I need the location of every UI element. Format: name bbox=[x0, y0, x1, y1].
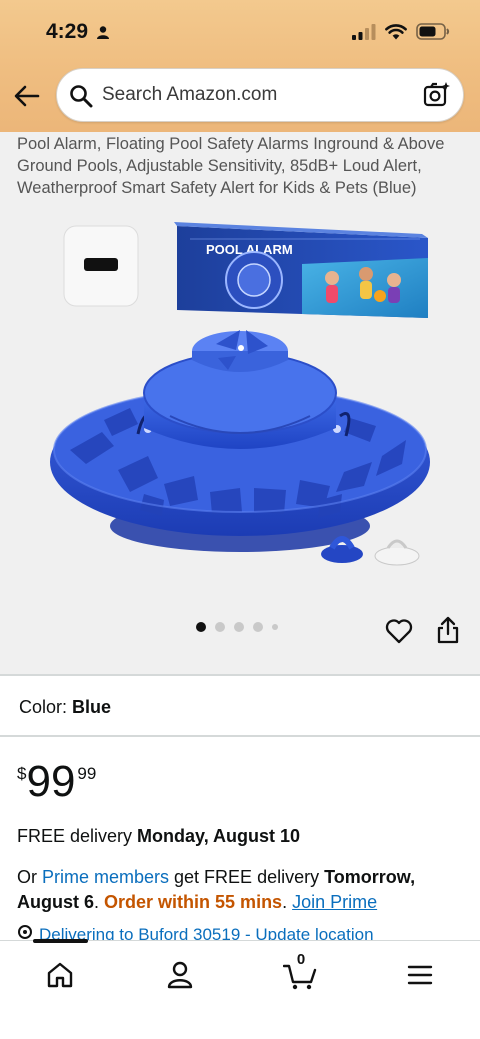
carousel-dot[interactable] bbox=[234, 622, 244, 632]
account-icon bbox=[167, 961, 193, 989]
status-icons bbox=[352, 23, 450, 45]
delivery-date: Monday, August 10 bbox=[137, 826, 301, 846]
free-delivery-line: FREE delivery Monday, August 10 bbox=[17, 826, 300, 847]
order-within-countdown: Order within 55 mins bbox=[104, 892, 283, 912]
carousel-dot[interactable] bbox=[272, 624, 278, 630]
product-title[interactable]: Pool Alarm, Floating Pool Safety Alarms … bbox=[17, 133, 469, 199]
status-time: 4:29 bbox=[46, 20, 89, 43]
cellular-signal-icon bbox=[352, 23, 376, 45]
active-tab-indicator bbox=[33, 939, 88, 943]
divider bbox=[0, 735, 480, 737]
back-arrow-icon bbox=[14, 85, 40, 107]
retail-box: POOL ALARM bbox=[174, 222, 428, 318]
cart-count-badge: 0 bbox=[296, 951, 306, 968]
price-currency-symbol: $ bbox=[17, 764, 27, 783]
price-whole: 99 bbox=[26, 757, 76, 806]
color-value: Blue bbox=[72, 697, 112, 717]
camera-search-icon[interactable] bbox=[423, 81, 451, 114]
nav-cart[interactable]: 0 bbox=[280, 951, 320, 995]
divider bbox=[0, 674, 480, 676]
price: $ 99 99 bbox=[17, 758, 96, 806]
prime-period-2: . bbox=[282, 892, 293, 912]
price-fraction: 99 bbox=[77, 764, 97, 783]
carousel-dot[interactable] bbox=[215, 622, 225, 632]
receiver-unit bbox=[63, 225, 139, 307]
prime-period: . bbox=[94, 892, 105, 912]
hamburger-menu-icon bbox=[407, 965, 433, 985]
product-image[interactable]: POOL ALARM bbox=[40, 218, 445, 588]
status-bar: 4:29 bbox=[0, 0, 480, 64]
share-icon[interactable] bbox=[436, 616, 460, 649]
home-icon bbox=[47, 962, 73, 988]
app-header: 4:29 bbox=[0, 0, 480, 132]
prime-middle: get FREE delivery bbox=[169, 867, 325, 887]
image-carousel-dots[interactable] bbox=[196, 622, 278, 632]
search-row bbox=[0, 66, 480, 124]
accessories bbox=[321, 536, 420, 566]
alarm-dome bbox=[143, 330, 337, 449]
search-input[interactable] bbox=[102, 69, 412, 121]
nav-account[interactable] bbox=[160, 955, 200, 995]
back-button[interactable] bbox=[13, 82, 41, 110]
nav-home[interactable] bbox=[40, 955, 80, 995]
search-bar[interactable] bbox=[56, 68, 464, 122]
join-prime-link[interactable]: Join Prime bbox=[292, 892, 377, 912]
battery-icon bbox=[416, 23, 450, 45]
person-icon bbox=[97, 26, 109, 44]
carousel-dot-active[interactable] bbox=[196, 622, 206, 632]
prime-members-link[interactable]: Prime members bbox=[42, 867, 169, 887]
carousel-dot[interactable] bbox=[253, 622, 263, 632]
bottom-navigation: 0 bbox=[0, 939, 480, 1039]
color-selection[interactable]: Color: Blue bbox=[19, 697, 111, 718]
product-gallery[interactable]: Pool Alarm, Floating Pool Safety Alarms … bbox=[0, 132, 480, 674]
prime-delivery-line: Or Prime members get FREE delivery Tomor… bbox=[17, 865, 467, 915]
delivery-prefix: FREE delivery bbox=[17, 826, 138, 846]
nav-menu[interactable] bbox=[400, 955, 440, 995]
wifi-icon bbox=[385, 23, 407, 45]
wishlist-heart-icon[interactable] bbox=[385, 618, 413, 649]
color-label: Color: bbox=[19, 697, 68, 717]
search-icon bbox=[69, 84, 93, 113]
prime-or: Or bbox=[17, 867, 42, 887]
